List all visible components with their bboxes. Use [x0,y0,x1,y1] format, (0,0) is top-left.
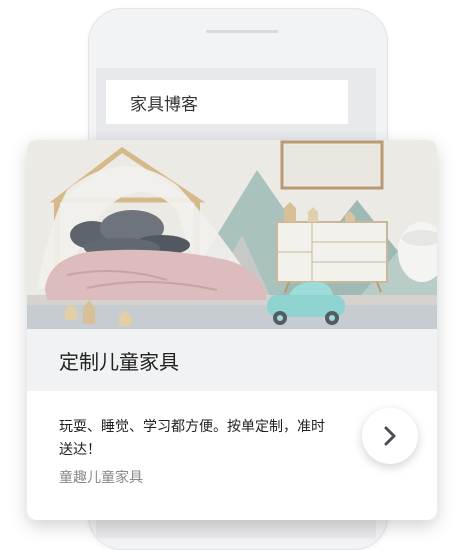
card-title[interactable]: 定制儿童家具 [59,346,179,375]
card-subtitle: 童趣儿童家具 [59,470,143,486]
phone-speaker [206,30,278,33]
ad-card[interactable]: 定制儿童家具 玩耍、睡觉、学习都方便。按单定制，准时送达！ 童趣儿童家具 [27,140,437,520]
next-button[interactable] [362,408,418,464]
chevron-right-icon [384,426,396,446]
address-text: 家具博客 [130,94,198,115]
card-description: 玩耍、睡觉、学习都方便。按单定制，准时送达！ [59,419,325,458]
title-band: 定制儿童家具 [27,329,437,391]
hero-illustration [27,140,437,329]
address-bar[interactable]: 家具博客 [106,80,348,124]
kids-bedroom-photo [27,140,437,329]
